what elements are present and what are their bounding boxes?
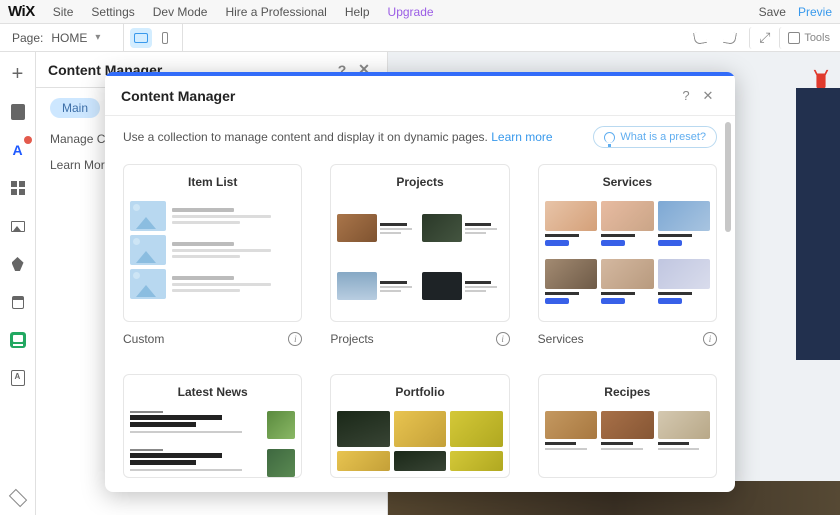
card-title: Recipes — [539, 375, 716, 407]
photo-stub — [658, 201, 710, 231]
photo-stub — [450, 411, 502, 447]
thumbnail-icon — [130, 201, 166, 231]
modal-backdrop: Content Manager ? ✕ Use a collection to … — [0, 52, 840, 515]
redo-icon — [723, 31, 737, 45]
photo-stub — [658, 259, 710, 289]
undo-icon — [693, 31, 707, 45]
scrollbar-thumb[interactable] — [725, 122, 731, 232]
fit-icon: ⤢ — [759, 29, 770, 46]
photo-stub — [337, 411, 389, 447]
photo-stub — [337, 214, 377, 242]
card-title: Item List — [124, 165, 301, 197]
photo-stub — [601, 411, 653, 439]
learn-more-link[interactable]: Learn more — [491, 130, 552, 144]
phone-icon — [162, 32, 168, 44]
what-is-preset-button[interactable]: What is a preset? — [593, 126, 717, 148]
photo-stub — [267, 411, 295, 439]
photo-stub — [337, 451, 389, 471]
modal-title: Content Manager — [121, 88, 675, 104]
card-caption: Custom — [123, 332, 288, 346]
lightbulb-icon — [604, 132, 615, 143]
modal-help-button[interactable]: ? — [675, 85, 697, 107]
modal-close-button[interactable]: ✕ — [697, 85, 719, 107]
desktop-view-button[interactable] — [130, 28, 152, 48]
menu-settings[interactable]: Settings — [91, 5, 134, 19]
card-title: Latest News — [124, 375, 301, 407]
mobile-view-button[interactable] — [154, 28, 176, 48]
info-icon[interactable]: i — [496, 332, 510, 346]
card-title: Portfolio — [331, 375, 508, 407]
thumbnail-icon — [130, 269, 166, 299]
card-caption: Projects — [330, 332, 495, 346]
menu-upgrade[interactable]: Upgrade — [388, 5, 434, 19]
modal-intro-text: Use a collection to manage content and d… — [123, 130, 553, 144]
card-title: Projects — [331, 165, 508, 197]
menu-help[interactable]: Help — [345, 5, 370, 19]
photo-stub — [394, 451, 446, 471]
tools-icon — [788, 32, 800, 44]
zoom-fit-button[interactable]: ⤢ — [749, 27, 771, 49]
modal-header: Content Manager ? ✕ — [105, 76, 735, 116]
page-name: HOME — [51, 31, 87, 45]
photo-stub — [422, 214, 462, 242]
preset-card-projects[interactable]: Projects — [330, 164, 509, 322]
menu-site[interactable]: Site — [53, 5, 74, 19]
photo-stub — [337, 272, 377, 300]
menu-devmode[interactable]: Dev Mode — [153, 5, 208, 19]
device-switcher — [124, 24, 183, 51]
logo: WiX — [8, 3, 35, 20]
card-title: Services — [539, 165, 716, 197]
thumbnail-icon — [130, 235, 166, 265]
tools-label: Tools — [804, 32, 830, 44]
photo-stub — [601, 201, 653, 231]
undo-button[interactable] — [689, 27, 711, 49]
preset-card-item-list[interactable]: Item List — [123, 164, 302, 322]
photo-stub — [267, 449, 295, 477]
chevron-down-icon: ▾ — [95, 32, 100, 43]
preset-card-latest-news[interactable]: Latest News — [123, 374, 302, 478]
top-bar: WiX Site Settings Dev Mode Hire a Profes… — [0, 0, 840, 24]
photo-stub — [450, 451, 502, 471]
photo-stub — [545, 201, 597, 231]
modal-intro-row: Use a collection to manage content and d… — [123, 126, 717, 148]
page-label: Page: — [12, 31, 43, 45]
preset-card-services[interactable]: Services — [538, 164, 717, 322]
info-icon[interactable]: i — [703, 332, 717, 346]
save-button[interactable]: Save — [759, 5, 786, 19]
preview-button[interactable]: Previe — [798, 5, 832, 19]
desktop-icon — [134, 33, 148, 43]
page-selector[interactable]: Page: HOME ▾ — [4, 24, 124, 51]
preset-card-recipes[interactable]: Recipes — [538, 374, 717, 478]
card-caption: Services — [538, 332, 703, 346]
menu-hire[interactable]: Hire a Professional — [225, 5, 326, 19]
photo-stub — [422, 272, 462, 300]
modal-body[interactable]: Use a collection to manage content and d… — [105, 116, 735, 492]
redo-button[interactable] — [719, 27, 741, 49]
content-manager-modal: Content Manager ? ✕ Use a collection to … — [105, 72, 735, 492]
preset-card-grid: Item List Customi Projects — [123, 164, 717, 478]
info-icon[interactable]: i — [288, 332, 302, 346]
preset-card-portfolio[interactable]: Portfolio — [330, 374, 509, 478]
sub-bar: Page: HOME ▾ ⤢ Tools — [0, 24, 840, 52]
photo-stub — [658, 411, 710, 439]
photo-stub — [545, 411, 597, 439]
tools-button[interactable]: Tools — [779, 27, 830, 49]
photo-stub — [545, 259, 597, 289]
photo-stub — [394, 411, 446, 447]
photo-stub — [601, 259, 653, 289]
top-menu: Site Settings Dev Mode Hire a Profession… — [53, 5, 759, 19]
